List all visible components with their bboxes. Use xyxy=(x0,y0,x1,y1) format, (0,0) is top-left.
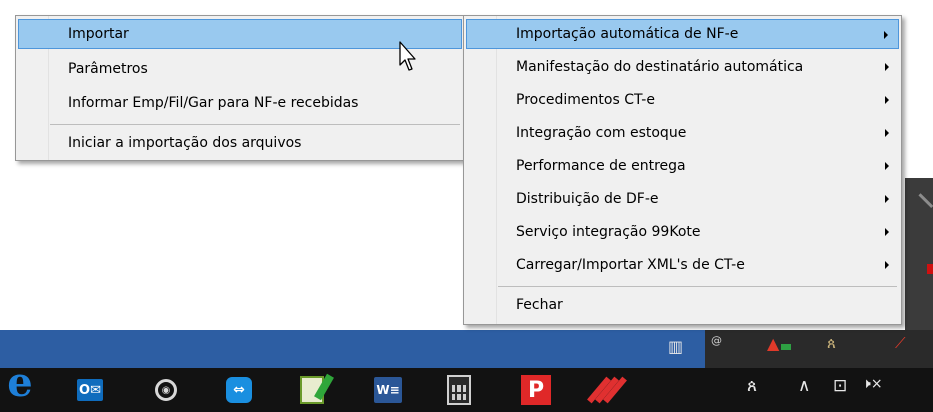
menu-item-iniciar-importacao[interactable]: Iniciar a importação dos arquivos xyxy=(18,128,462,158)
stripe-app-icon[interactable] xyxy=(587,374,627,406)
menu-item-label: Iniciar a importação dos arquivos xyxy=(68,135,302,151)
menu-item-label: Performance de entrega xyxy=(516,158,686,174)
menu-item-informar-emp[interactable]: Informar Emp/Fil/Gar para NF-e recebidas xyxy=(18,88,462,118)
menu-item-label: Distribuição de DF-e xyxy=(516,191,659,207)
word-box: W ≡ xyxy=(374,377,402,403)
menu-item-distribuicao-dfe[interactable]: Distribuição de DF-e xyxy=(466,184,899,214)
screen: ▥ @ ▲ ጰ ⟋ e O ✉ ◉ ⇔ W ≡ P ጰ ∧ ⊡ 🕨× Impor… xyxy=(0,0,933,412)
webex-ring: ◉ xyxy=(155,379,177,401)
word-letter: W xyxy=(376,383,390,397)
taskbar: e O✉ ◉ ⇔ W≡ P ጰ ∧ ⊡ � xyxy=(0,359,933,412)
menu-separator xyxy=(498,286,897,287)
notepad-box xyxy=(300,376,324,404)
menu-item-performance-entrega[interactable]: Performance de entrega xyxy=(466,151,899,181)
submenu-arrow-icon xyxy=(885,195,889,203)
background-window xyxy=(905,178,933,330)
stripe-box xyxy=(587,376,627,404)
person-icon[interactable]: ጰ xyxy=(827,334,836,352)
menu-item-label: Procedimentos CT-e xyxy=(516,92,655,108)
calculator-box xyxy=(447,375,471,405)
submenu-arrow-icon xyxy=(885,228,889,236)
menu-item-fechar[interactable]: Fechar xyxy=(466,290,899,320)
p-app-icon[interactable]: P xyxy=(520,374,552,406)
background-shape xyxy=(905,193,933,221)
submenu-arrow-icon xyxy=(885,261,889,269)
green-arrow-icon xyxy=(781,344,791,350)
menu-item-importacao-automatica[interactable]: Importação automática de NF-e xyxy=(466,19,899,49)
menu-item-label: Importação automática de NF-e xyxy=(516,26,739,42)
webex-icon[interactable]: ◉ xyxy=(150,374,182,406)
p-app-box: P xyxy=(521,375,551,405)
volume-muted-icon[interactable]: 🕨× xyxy=(862,376,883,392)
menu-item-importar[interactable]: Importar xyxy=(18,19,462,49)
nfe-main-menu: Importação automática de NF-e Manifestaç… xyxy=(463,15,902,325)
submenu-arrow-icon xyxy=(885,63,889,71)
menu-item-manifestacao[interactable]: Manifestação do destinatário automática xyxy=(466,52,899,82)
menu-item-servico-99kote[interactable]: Serviço integração 99Kote xyxy=(466,217,899,247)
network-icon[interactable]: ⊡ xyxy=(833,376,847,396)
menu-item-label: Integração com estoque xyxy=(516,125,687,141)
submenu-arrow-icon xyxy=(885,129,889,137)
submenu-arrow-icon xyxy=(885,96,889,104)
chevron-up-icon[interactable]: ∧ xyxy=(798,376,810,396)
background-red-mark xyxy=(927,264,933,274)
people-icon[interactable]: ጰ xyxy=(747,376,757,396)
red-arrow-icon[interactable]: ▲ xyxy=(767,334,779,353)
edge-icon[interactable]: e xyxy=(4,359,36,406)
menu-item-label: Fechar xyxy=(516,297,563,313)
outlook-icon-box: O ✉ xyxy=(77,379,103,401)
menu-item-label: Serviço integração 99Kote xyxy=(516,224,701,240)
application-toolbar-icons: @ ▲ ጰ ⟋ xyxy=(705,330,933,368)
menu-item-label: Manifestação do destinatário automática xyxy=(516,59,804,75)
menu-item-parametros[interactable]: Parâmetros xyxy=(18,54,462,84)
menu-item-label: Informar Emp/Fil/Gar para NF-e recebidas xyxy=(68,95,359,111)
outlook-icon[interactable]: O ✉ xyxy=(74,374,106,406)
word-icon[interactable]: W ≡ xyxy=(372,374,404,406)
submenu-arrow-icon xyxy=(884,31,888,39)
menu-item-carregar-xml-cte[interactable]: Carregar/Importar XML's de CT-e xyxy=(466,250,899,280)
menu-item-procedimentos-cte[interactable]: Procedimentos CT-e xyxy=(466,85,899,115)
mouse-cursor-icon xyxy=(399,41,416,71)
teamviewer-box: ⇔ xyxy=(226,377,252,403)
menu-item-label: Importar xyxy=(68,26,129,42)
menu-item-integracao-estoque[interactable]: Integração com estoque xyxy=(466,118,899,148)
import-submenu: Importar Parâmetros Informar Emp/Fil/Gar… xyxy=(15,15,465,161)
stripe-small-icon[interactable]: ⟋ xyxy=(895,334,906,352)
outlook-letter: O xyxy=(79,382,91,398)
teamviewer-icon[interactable]: ⇔ xyxy=(223,374,255,406)
book-icon[interactable]: ▥ xyxy=(668,337,688,357)
menu-item-label: Carregar/Importar XML's de CT-e xyxy=(516,257,745,273)
menu-item-label: Parâmetros xyxy=(68,61,148,77)
menu-separator xyxy=(50,124,460,125)
calculator-icon[interactable] xyxy=(443,374,475,406)
webex-small-icon[interactable]: @ xyxy=(711,334,722,347)
submenu-arrow-icon xyxy=(885,162,889,170)
notepad-icon[interactable] xyxy=(296,374,328,406)
